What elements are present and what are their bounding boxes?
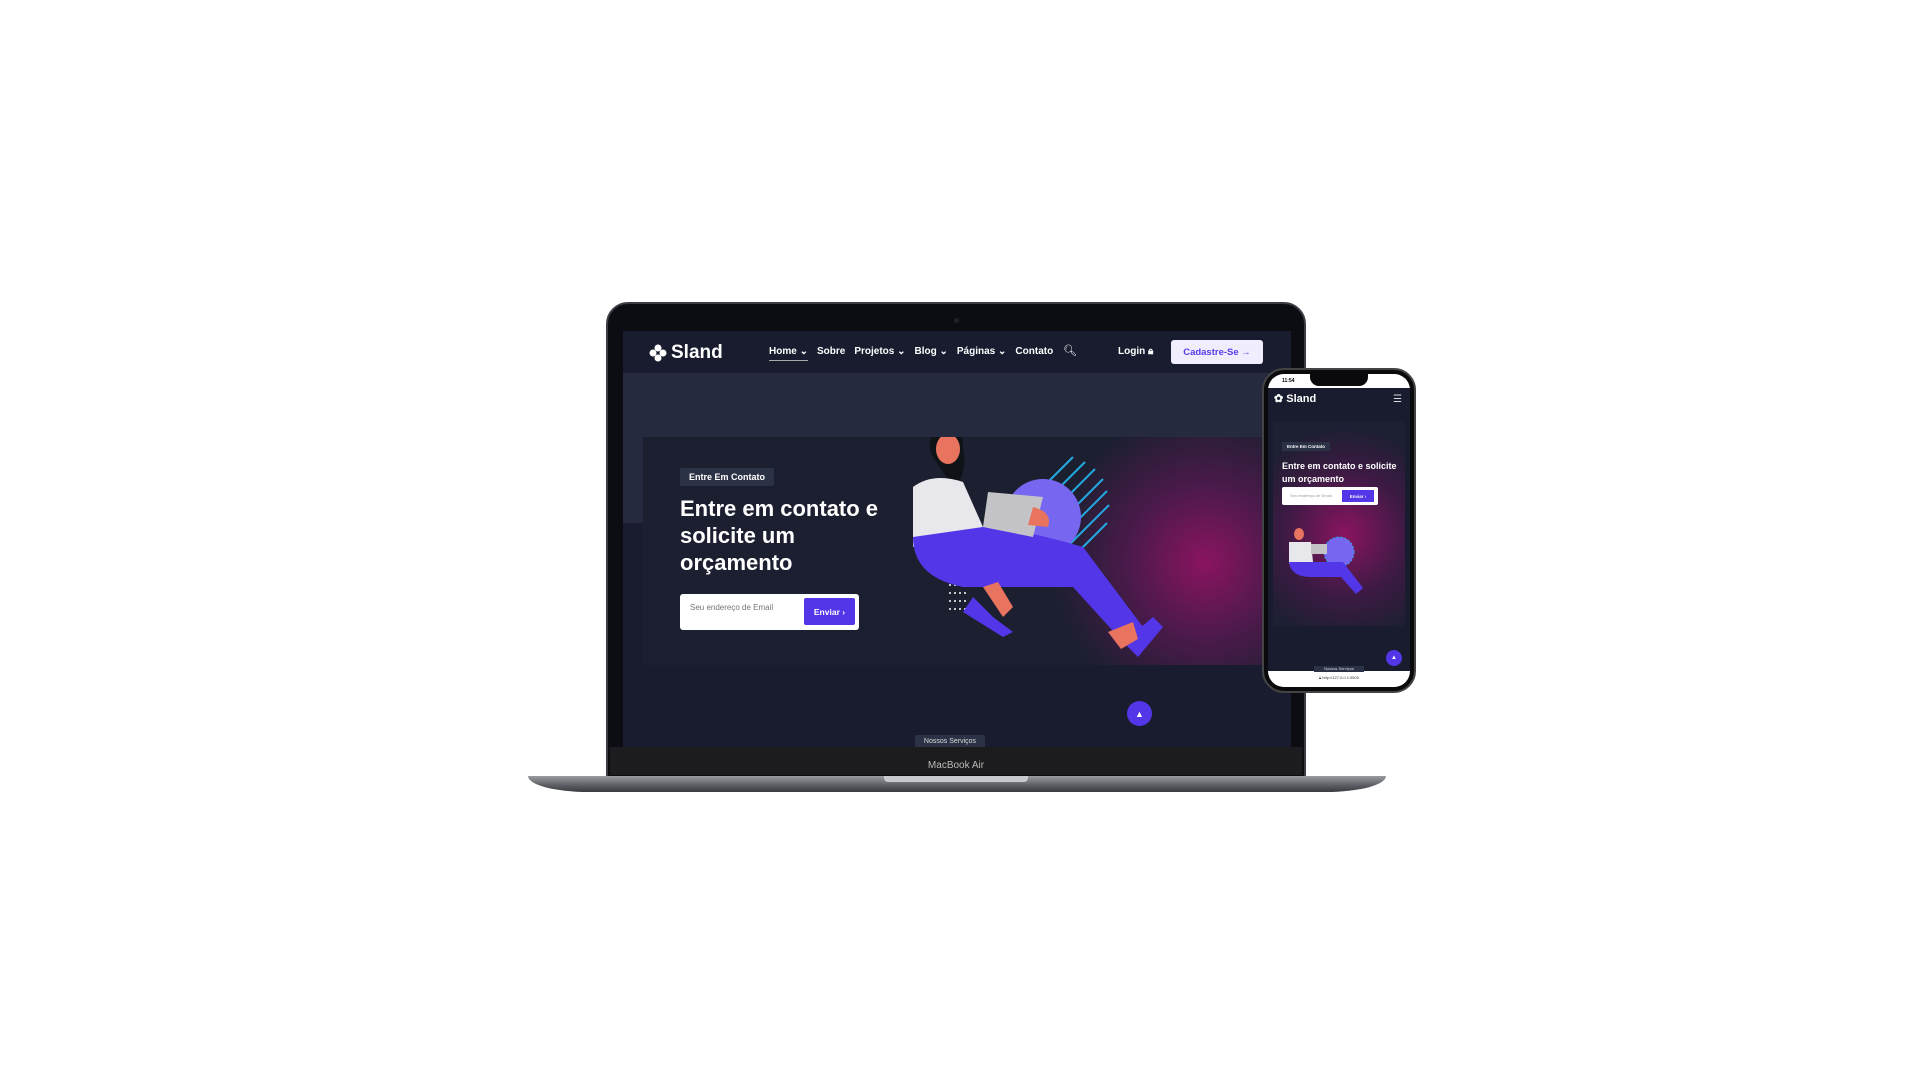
hero-badge: Entre Em Contato — [680, 468, 775, 486]
scroll-to-top-button[interactable]: ▲ — [1127, 701, 1152, 726]
lock-icon: 🔒︎ — [1319, 675, 1322, 680]
submit-label: Enviar — [813, 606, 840, 617]
phone-logo-text: Sland — [1286, 393, 1317, 405]
navbar: Sland Home ⌄ Sobre Projetos ⌄ Blog ⌄ Pág… — [623, 331, 1291, 373]
phone-notch — [1310, 374, 1368, 386]
phone-scroll-to-top-button[interactable]: ▲ — [1386, 650, 1402, 666]
nav-blog[interactable]: Blog ⌄ — [915, 346, 948, 361]
chevron-up-icon: ▲ — [1135, 708, 1144, 719]
signup-label: Cadastre-Se — [1183, 346, 1239, 358]
hamburger-menu-icon[interactable]: ☰ — [1393, 394, 1402, 405]
logo[interactable]: Sland — [649, 342, 723, 364]
logo-flower-icon — [649, 344, 667, 362]
laptop-screen: Sland Home ⌄ Sobre Projetos ⌄ Blog ⌄ Pág… — [623, 331, 1291, 747]
phone-hero-badge: Entre Em Contato — [1282, 442, 1331, 451]
chevron-right-icon: › — [842, 606, 846, 617]
submit-button[interactable]: Enviar › — [804, 598, 855, 625]
nav-projetos-label: Projetos — [854, 346, 895, 357]
nav-paginas-label: Páginas — [956, 346, 996, 357]
phone-hero-title: Entre em contato e solicite um orçamento — [1282, 461, 1397, 484]
phone-hero-card — [1273, 422, 1405, 626]
email-input[interactable] — [690, 603, 790, 612]
phone-url-bar: 🔒︎ http://127.0.0.1:5500 — [1268, 671, 1410, 687]
phone-next-section-badge: Nossos Serviços — [1314, 666, 1364, 672]
logo-text: Sland — [671, 342, 723, 363]
login-link[interactable]: Login 🔒︎ — [1118, 346, 1153, 357]
phone-screen: 11:54 ✿ Sland ☰ Entre Em Contato Entre e… — [1268, 374, 1410, 687]
lock-icon: 🔒︎ — [1148, 346, 1154, 357]
next-section-badge: Nossos Serviços — [915, 735, 985, 747]
nav-sobre[interactable]: Sobre — [817, 346, 845, 361]
search-icon[interactable]: 🔍︎ — [1063, 344, 1077, 357]
phone-url: http://127.0.0.1:5500 — [1322, 675, 1359, 680]
nav-home-label: Home — [769, 346, 797, 357]
main-menu: Home ⌄ Sobre Projetos ⌄ Blog ⌄ Páginas ⌄… — [769, 346, 1053, 361]
chevron-down-icon: ⌄ — [939, 346, 948, 357]
nav-projetos[interactable]: Projetos ⌄ — [854, 346, 905, 361]
nav-contato[interactable]: Contato — [1015, 346, 1053, 361]
chevron-down-icon: ⌄ — [897, 346, 906, 357]
chevron-down-icon: ⌄ — [799, 346, 808, 357]
phone-time: 11:54 — [1282, 378, 1295, 384]
laptop-model-label: MacBook Air — [927, 760, 985, 771]
arrow-right-icon: → — [1241, 346, 1251, 358]
hero-card: Entre Em Contato Entre em contato e soli… — [643, 437, 1263, 665]
nav-home[interactable]: Home ⌄ — [769, 346, 808, 361]
nav-paginas[interactable]: Páginas ⌄ — [957, 346, 1007, 361]
phone-submit-button[interactable]: Enviar › — [1342, 490, 1374, 502]
chevron-down-icon: ⌄ — [998, 346, 1007, 357]
signup-button[interactable]: Cadastre-Se → — [1171, 340, 1263, 364]
webcam — [954, 318, 959, 323]
woman-with-laptop-illustration — [913, 437, 1163, 657]
phone-illustration — [1289, 528, 1363, 594]
hero-title: Entre em contato e solicite um orçamento — [680, 496, 879, 575]
laptop-notch — [884, 776, 1028, 782]
nav-blog-label: Blog — [914, 346, 937, 357]
phone-submit-label: Enviar — [1349, 493, 1364, 499]
phone-logo[interactable]: ✿ Sland — [1274, 392, 1316, 405]
email-form: Enviar › — [680, 594, 859, 630]
login-label: Login — [1118, 346, 1146, 357]
